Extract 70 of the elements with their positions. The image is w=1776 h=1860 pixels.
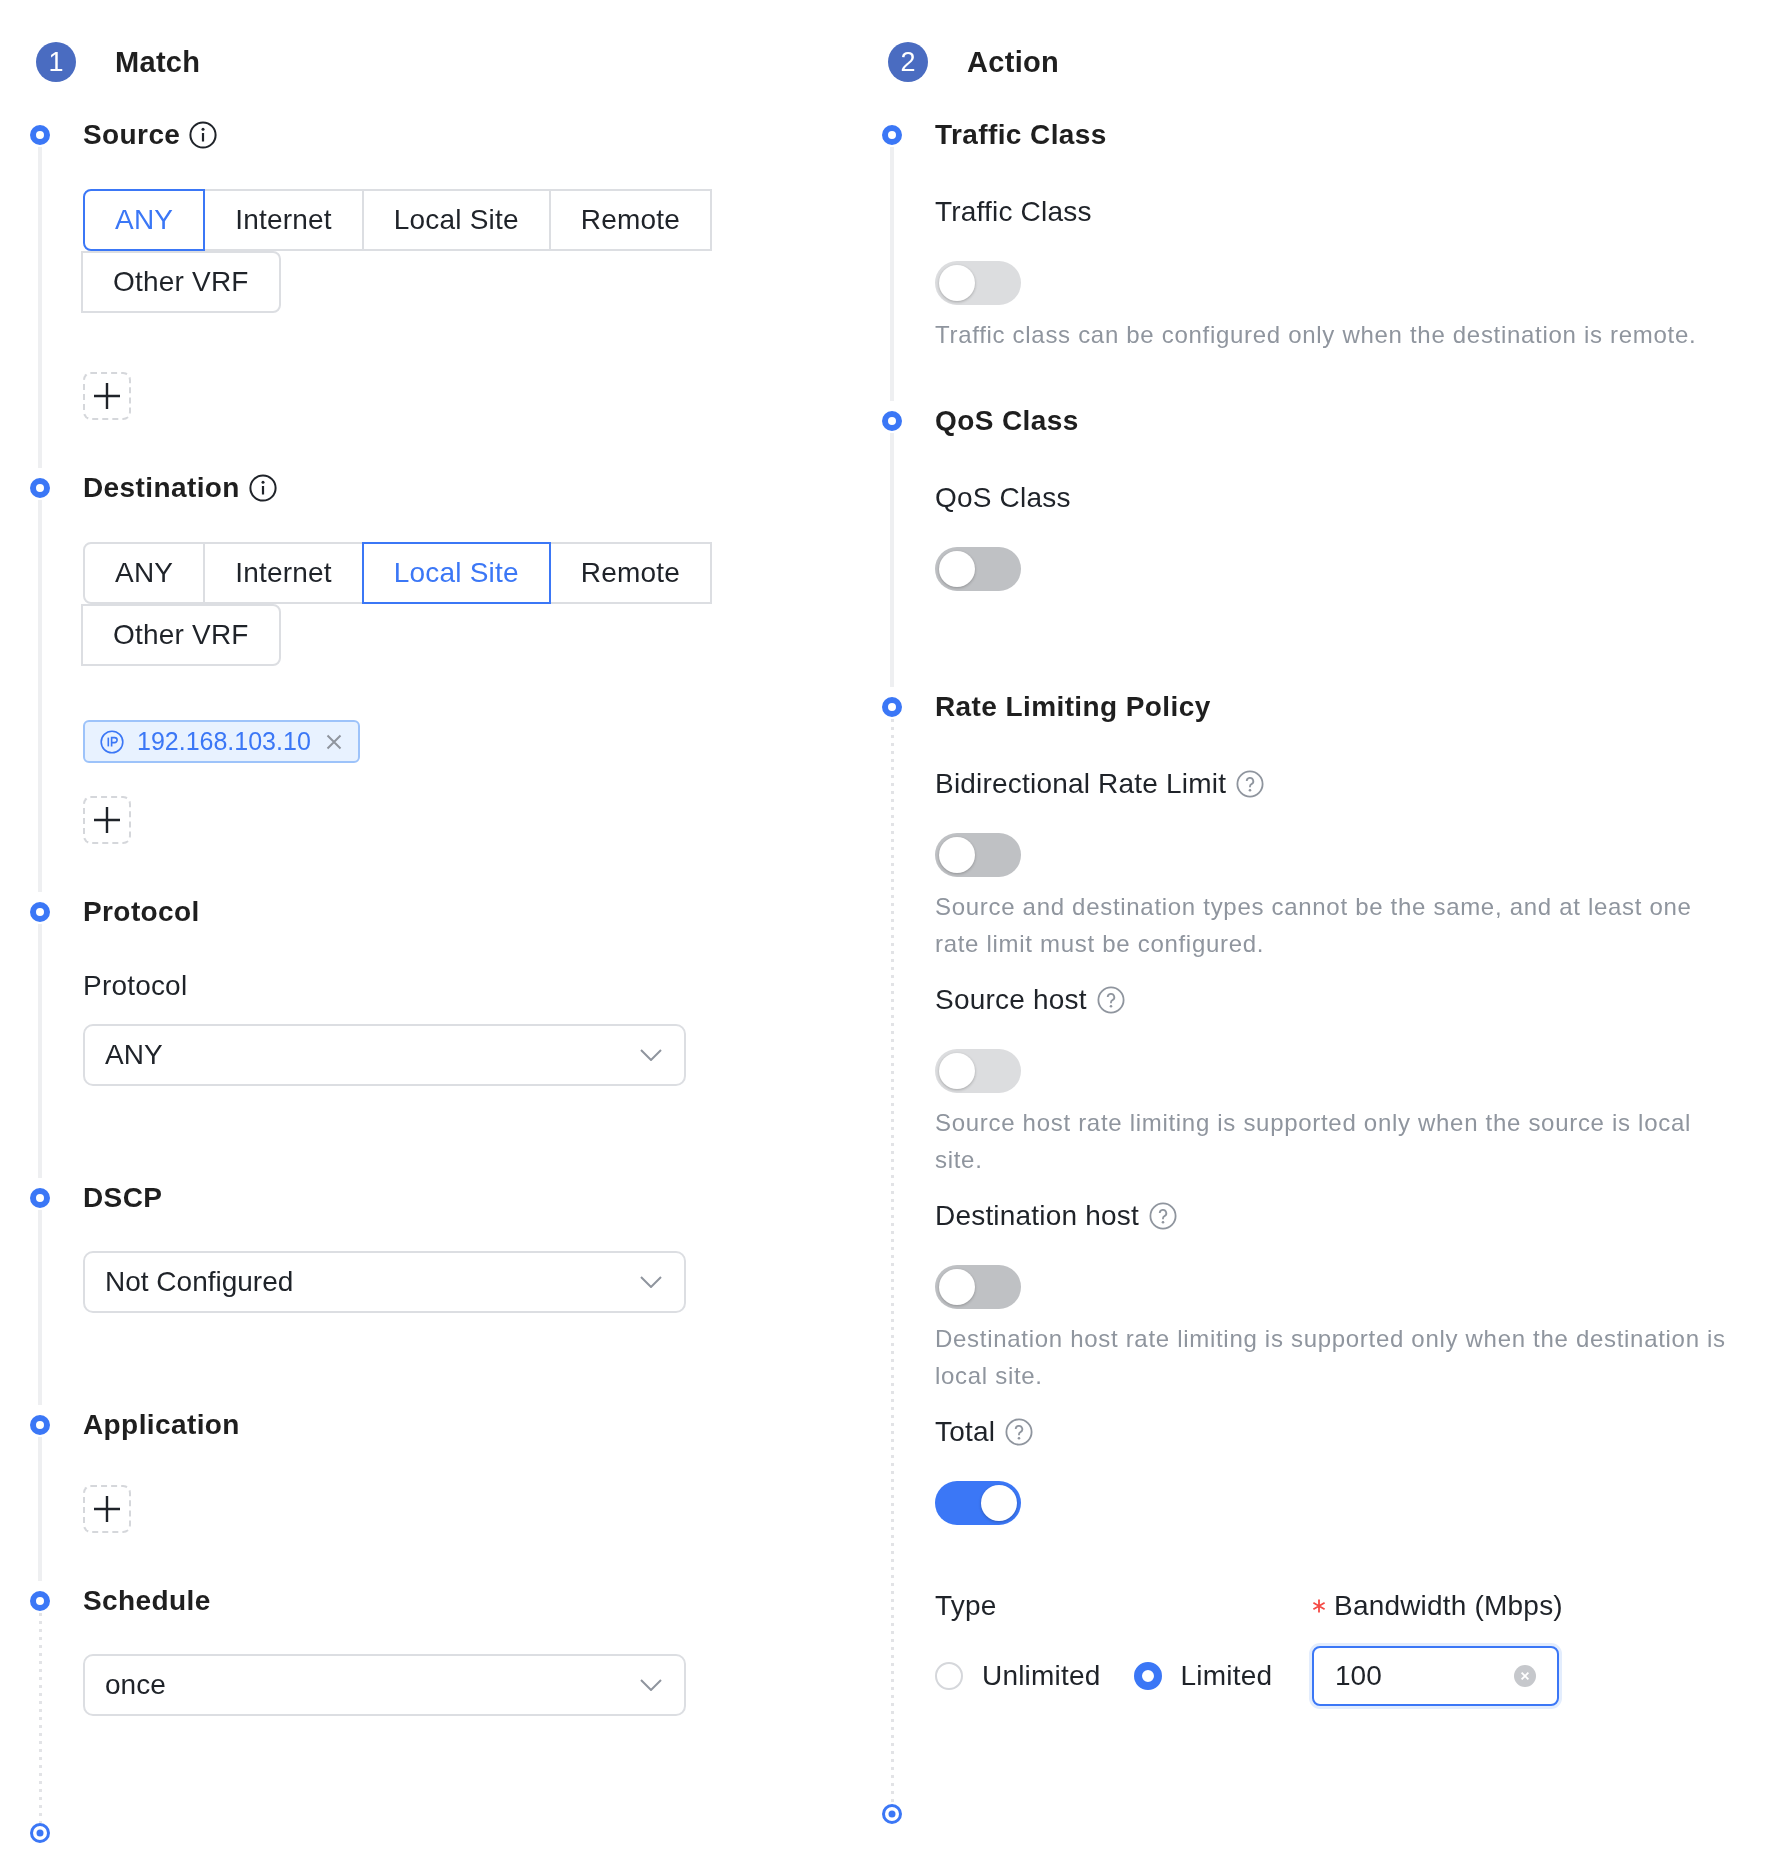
option-button[interactable]: Internet [203, 189, 364, 251]
timeline-dot-icon [30, 1188, 50, 1208]
section-title: Schedule [83, 1585, 211, 1617]
field-label: QoS Class [935, 482, 1071, 514]
option-button[interactable]: Internet [203, 542, 364, 604]
option-button[interactable]: Remote [548, 542, 712, 604]
timeline-end-icon [30, 1823, 50, 1843]
timeline-dot-icon [30, 478, 50, 498]
option-button[interactable]: ANY [83, 189, 206, 251]
field-label: Total [935, 1416, 996, 1448]
option-button[interactable]: ANY [83, 542, 206, 604]
section-title: QoS Class [935, 405, 1079, 437]
field-label: Traffic Class [935, 196, 1092, 228]
radio-option[interactable]: Unlimited [935, 1660, 1101, 1692]
field-label: Destination host [935, 1200, 1139, 1232]
chevron-down-icon [640, 1049, 662, 1061]
hint-text: Destination host rate limiting is supported only when the destination is local site. [935, 1324, 1727, 1391]
timeline-dot-icon [30, 1415, 50, 1435]
clear-icon[interactable] [1514, 1665, 1536, 1687]
toggle-switch[interactable] [935, 1481, 1021, 1525]
section-title: Traffic Class [935, 119, 1107, 151]
field-label: Bidirectional Rate Limit [935, 768, 1227, 800]
add-button[interactable] [83, 796, 131, 844]
toggle-switch[interactable] [935, 547, 1021, 591]
close-icon[interactable] [325, 733, 342, 750]
select-field[interactable]: ANY [83, 1024, 686, 1086]
field-label: Type [935, 1590, 997, 1622]
hint-text: Source and destination types cannot be the same, and at least one rate limit must be configured. [935, 892, 1693, 959]
section-title: Protocol [83, 896, 200, 928]
timeline-dot-icon [882, 411, 902, 431]
timeline-dot-icon [30, 1591, 50, 1611]
hint-text: Traffic class can be configured only when the destination is remote. [935, 320, 1698, 350]
section-title: Rate Limiting Policy [935, 691, 1211, 723]
timeline-dot-icon [882, 125, 902, 145]
toggle-switch[interactable] [935, 833, 1021, 877]
step-title: Action [967, 45, 1059, 79]
timeline-dot-icon [30, 902, 50, 922]
section-title: Application [83, 1409, 240, 1441]
ip-icon [100, 729, 124, 754]
plus-icon [94, 1496, 120, 1522]
input-field[interactable]: 100 [1312, 1646, 1559, 1706]
chevron-down-icon [640, 1679, 662, 1691]
option-button[interactable]: Remote [548, 189, 712, 251]
plus-icon [94, 807, 120, 833]
toggle-switch[interactable] [935, 1265, 1021, 1309]
add-button[interactable] [83, 1485, 131, 1533]
option-button[interactable]: Local Site [361, 189, 551, 251]
section-title: Destination [83, 472, 240, 504]
timeline-dot-icon [30, 125, 50, 145]
step-number: 2 [888, 42, 928, 82]
step-number: 1 [36, 42, 76, 82]
step-title: Match [115, 45, 201, 79]
select-field[interactable]: once [83, 1654, 686, 1716]
option-button[interactable]: Local Site [361, 542, 551, 604]
section-title: Source [83, 119, 181, 151]
select-field[interactable]: Not Configured [83, 1251, 686, 1313]
option-button[interactable]: Other VRF [81, 251, 281, 313]
option-button[interactable]: Other VRF [81, 604, 281, 666]
radio-option[interactable]: Limited [1133, 1660, 1273, 1692]
plus-icon [94, 383, 120, 409]
timeline-dot-icon [882, 697, 902, 717]
section-title: DSCP [83, 1182, 163, 1214]
timeline-end-icon [882, 1804, 902, 1824]
field-label: Protocol [83, 970, 188, 1001]
chevron-down-icon [640, 1276, 662, 1288]
hint-text: Source host rate limiting is supported only when the source is local site. [935, 1108, 1692, 1175]
add-button[interactable] [83, 372, 131, 420]
field-label: Bandwidth (Mbps) [1334, 1590, 1563, 1622]
field-label: Source host [935, 984, 1087, 1016]
tag-text: 192.168.103.10 [137, 727, 311, 756]
